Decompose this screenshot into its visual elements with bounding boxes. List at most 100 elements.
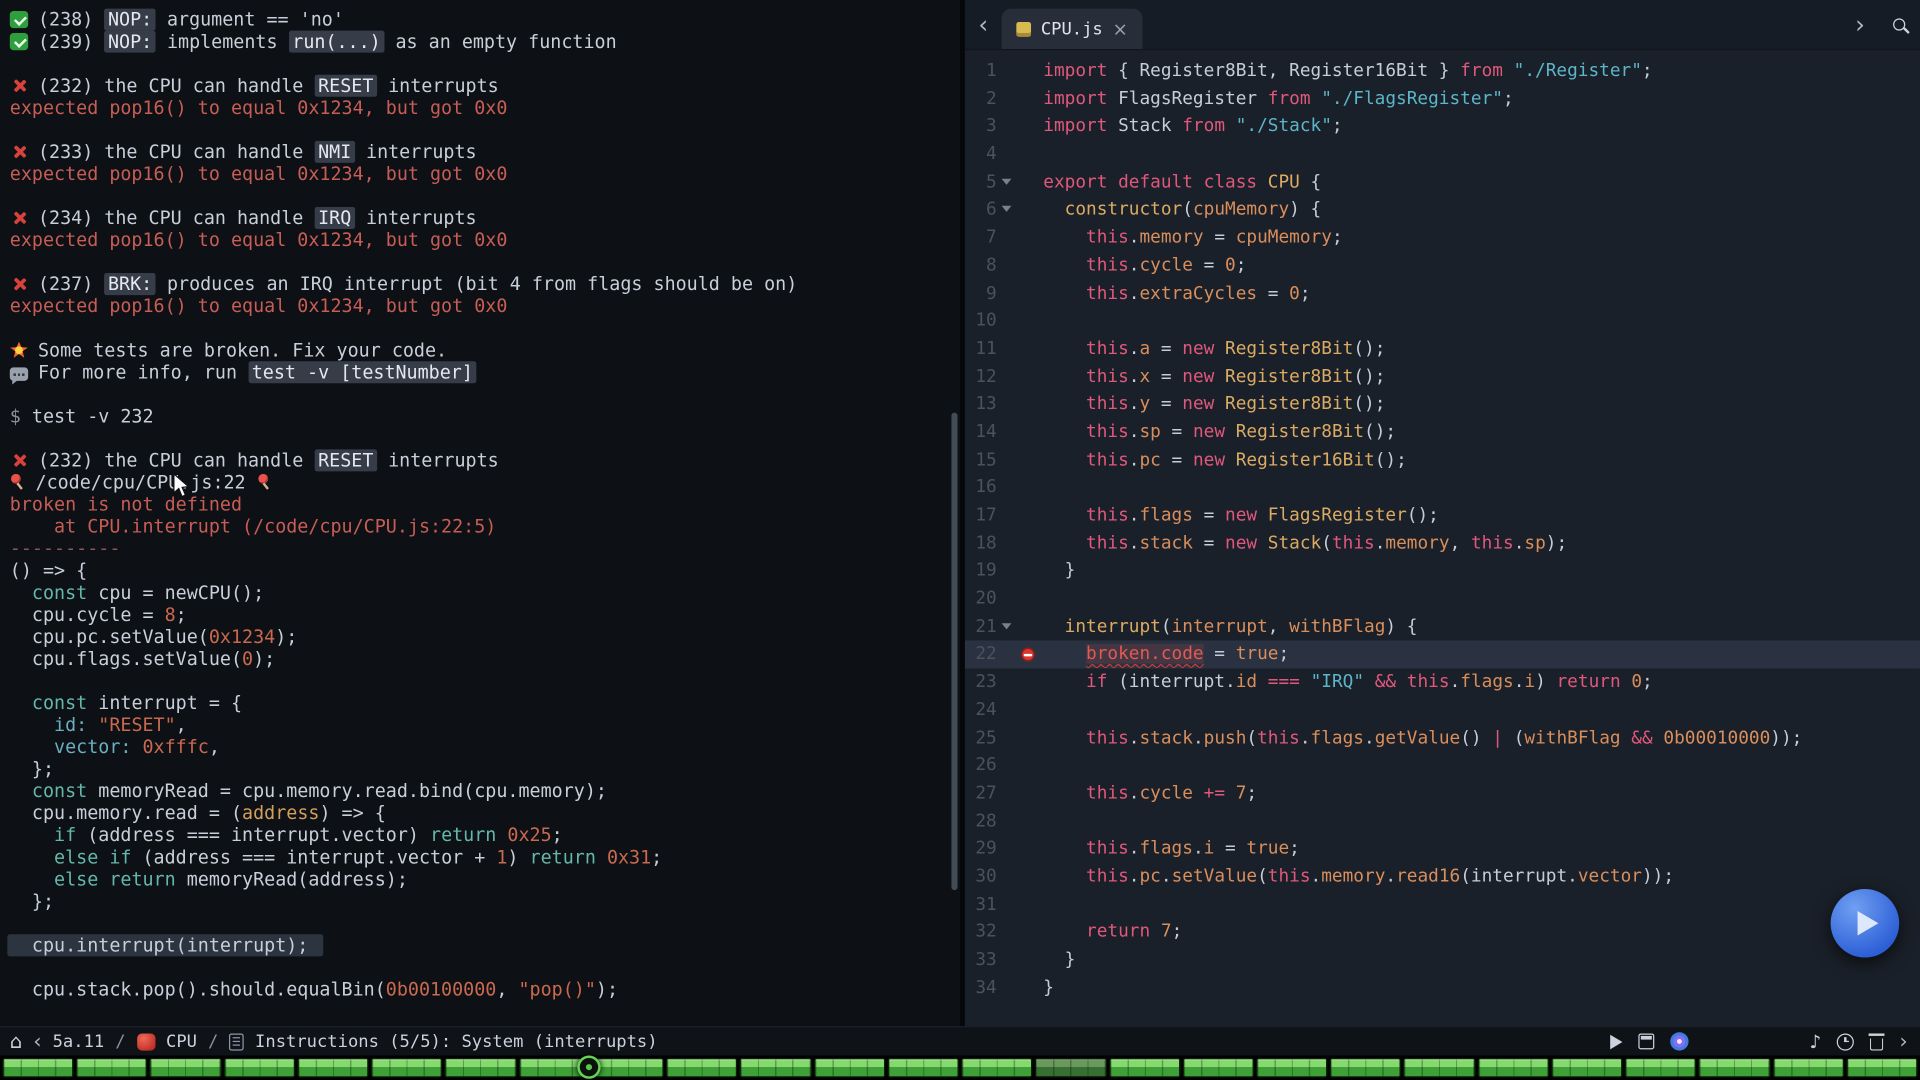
- code-editor[interactable]: 1import { Register8Bit, Register16Bit } …: [965, 51, 1920, 1026]
- terminal-line: [10, 317, 960, 339]
- line-number[interactable]: 13: [965, 391, 997, 419]
- progress-segment[interactable]: [1773, 1058, 1844, 1078]
- fold-icon[interactable]: [997, 196, 1017, 224]
- code-token: [1503, 61, 1514, 81]
- line-number[interactable]: 11: [965, 335, 997, 363]
- line-number[interactable]: 24: [965, 697, 997, 725]
- progress-segment[interactable]: [2, 1058, 73, 1078]
- breakpoint-gutter: [1016, 446, 1043, 474]
- progress-segment[interactable]: [814, 1058, 885, 1078]
- progress-segment[interactable]: [1109, 1058, 1180, 1078]
- progress-segment[interactable]: [371, 1058, 442, 1078]
- progress-segment[interactable]: [1699, 1058, 1770, 1078]
- breadcrumb-version[interactable]: 5a.11: [53, 1032, 105, 1052]
- line-number[interactable]: 8: [965, 252, 997, 280]
- line-number[interactable]: 27: [965, 780, 997, 808]
- run-icon[interactable]: [1610, 1034, 1622, 1049]
- progress-segment[interactable]: [1035, 1058, 1106, 1078]
- line-number[interactable]: 33: [965, 947, 997, 975]
- tabs-forward-chevron[interactable]: ›: [1842, 0, 1879, 49]
- breadcrumb-forward-chevron[interactable]: ›: [1899, 1032, 1907, 1052]
- progress-segment[interactable]: [297, 1058, 368, 1078]
- line-number[interactable]: 19: [965, 558, 997, 586]
- line-number[interactable]: 32: [965, 919, 997, 947]
- line-number[interactable]: 23: [965, 669, 997, 697]
- breakpoint-gutter: [1016, 919, 1043, 947]
- line-number[interactable]: 2: [965, 85, 997, 113]
- breadcrumb-back-chevron[interactable]: ‹: [33, 1032, 41, 1052]
- gutter-spacer: [997, 947, 1017, 975]
- progress-segment[interactable]: [150, 1058, 221, 1078]
- search-icon[interactable]: [1878, 0, 1920, 49]
- line-number[interactable]: 28: [965, 808, 997, 836]
- test-output-panel[interactable]: (238) NOP: argument == 'no'(239) NOP: im…: [0, 0, 960, 1026]
- line-number[interactable]: 29: [965, 835, 997, 863]
- progress-segment[interactable]: [1625, 1058, 1696, 1078]
- line-number[interactable]: 31: [965, 891, 997, 919]
- progress-segment[interactable]: [224, 1058, 295, 1078]
- breadcrumb-chapter[interactable]: CPU: [166, 1032, 197, 1052]
- line-number[interactable]: 22: [965, 641, 997, 669]
- disc-icon[interactable]: [1670, 1032, 1688, 1050]
- line-number[interactable]: 1: [965, 58, 997, 86]
- line-number[interactable]: 16: [965, 474, 997, 502]
- code-token: cpuMemory: [1236, 228, 1332, 248]
- line-number[interactable]: 30: [965, 863, 997, 891]
- line-number[interactable]: 10: [965, 308, 997, 336]
- line-number[interactable]: 17: [965, 502, 997, 530]
- line-number[interactable]: 6: [965, 196, 997, 224]
- lesson-progress-bar[interactable]: [0, 1056, 1920, 1080]
- line-number[interactable]: 34: [965, 974, 997, 1002]
- code-token: .: [1129, 728, 1140, 748]
- tab-cpu-js[interactable]: CPU.js ×: [1002, 9, 1143, 49]
- progress-segment[interactable]: [1551, 1058, 1622, 1078]
- line-number[interactable]: 20: [965, 585, 997, 613]
- line-number[interactable]: 25: [965, 724, 997, 752]
- progress-segment[interactable]: [1404, 1058, 1475, 1078]
- tab-close-icon[interactable]: ×: [1113, 18, 1128, 40]
- breakpoint-gutter: [1016, 613, 1043, 641]
- progress-segment[interactable]: [740, 1058, 811, 1078]
- code-token: =: [1150, 395, 1182, 415]
- breakpoint-gutter: [1016, 780, 1043, 808]
- code-token: (233) the CPU can handle: [38, 141, 314, 163]
- progress-segment[interactable]: [1183, 1058, 1254, 1078]
- line-number[interactable]: 26: [965, 752, 997, 780]
- progress-segment[interactable]: [76, 1058, 147, 1078]
- save-icon[interactable]: [1638, 1033, 1654, 1049]
- code-token: test -v [testNumber]: [248, 361, 477, 383]
- progress-segment[interactable]: [1256, 1058, 1327, 1078]
- line-number[interactable]: 21: [965, 613, 997, 641]
- trash-icon[interactable]: [1870, 1038, 1883, 1050]
- progress-segment[interactable]: [666, 1058, 737, 1078]
- progress-segment[interactable]: [445, 1058, 516, 1078]
- progress-segment[interactable]: [888, 1058, 959, 1078]
- line-number[interactable]: 15: [965, 446, 997, 474]
- progress-segment[interactable]: [1846, 1058, 1917, 1078]
- code-token: new: [1182, 395, 1214, 415]
- progress-segment[interactable]: [592, 1058, 663, 1078]
- line-number[interactable]: 3: [965, 113, 997, 141]
- tabs-back-chevron[interactable]: ‹: [965, 0, 1002, 49]
- fold-icon[interactable]: [997, 613, 1017, 641]
- breadcrumb-lesson[interactable]: Instructions (5/5): System (interrupts): [255, 1032, 658, 1052]
- progress-segment[interactable]: [1330, 1058, 1401, 1078]
- progress-segment[interactable]: [1478, 1058, 1549, 1078]
- line-number[interactable]: 18: [965, 530, 997, 558]
- fold-icon[interactable]: [997, 169, 1017, 197]
- line-number[interactable]: 12: [965, 363, 997, 391]
- home-icon[interactable]: ⌂: [10, 1032, 22, 1052]
- music-icon[interactable]: ♪: [1809, 1030, 1821, 1052]
- progress-segment[interactable]: [961, 1058, 1032, 1078]
- run-tests-button[interactable]: [1831, 889, 1900, 958]
- progress-marker[interactable]: [578, 1056, 601, 1079]
- history-icon[interactable]: [1837, 1033, 1854, 1050]
- line-number[interactable]: 14: [965, 419, 997, 447]
- line-number[interactable]: 5: [965, 169, 997, 197]
- line-number[interactable]: 4: [965, 141, 997, 169]
- line-number[interactable]: 7: [965, 224, 997, 252]
- terminal-scrollbar[interactable]: [951, 413, 957, 891]
- gutter-spacer: [997, 641, 1017, 669]
- line-number[interactable]: 9: [965, 280, 997, 308]
- code-token: =: [1193, 506, 1225, 526]
